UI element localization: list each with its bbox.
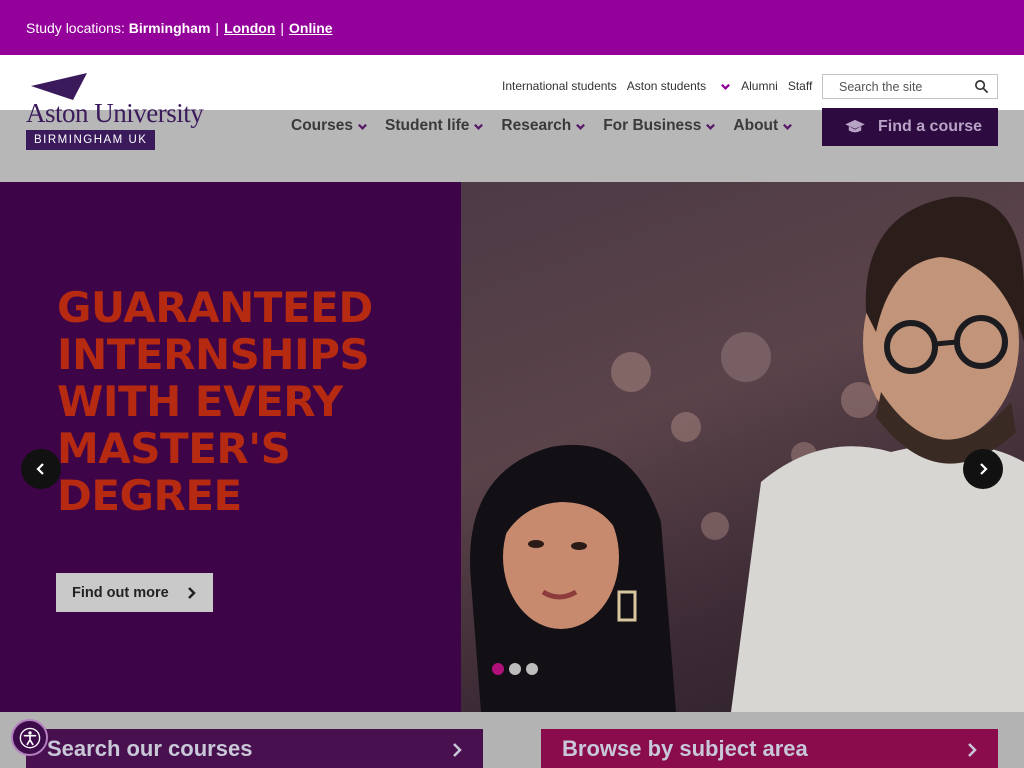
nav-research[interactable]: Research: [501, 117, 586, 135]
chevron-down-icon: [576, 123, 586, 130]
nav-student-life-label: Student life: [385, 117, 470, 134]
utility-link-aston-students[interactable]: Aston students: [627, 79, 731, 93]
utility-link-aston-students-label: Aston students: [626, 79, 707, 93]
nav-research-label: Research: [501, 117, 572, 134]
chevron-down-icon: [721, 83, 731, 90]
logo-triangle-icon: [31, 73, 87, 100]
utility-link-international[interactable]: International students: [502, 79, 617, 93]
hero-image: [461, 182, 1024, 712]
chevron-down-icon: [358, 123, 368, 130]
chevron-right-icon: [980, 463, 988, 475]
carousel-prev-button[interactable]: [21, 449, 61, 489]
main-nav: Courses Student life Research For Busine…: [291, 117, 810, 135]
nav-courses-label: Courses: [291, 117, 354, 134]
hero-text-panel: GUARANTEED INTERNSHIPS WITH EVERY MASTER…: [0, 182, 461, 712]
carousel-dots: [492, 663, 538, 675]
chevron-down-icon: [706, 123, 716, 130]
chevron-right-icon: [453, 743, 462, 757]
nav-for-business[interactable]: For Business: [603, 117, 716, 135]
carousel-dot-2[interactable]: [509, 663, 521, 675]
logo-wordmark: Aston University: [26, 98, 204, 128]
accessibility-button[interactable]: [11, 719, 48, 756]
search-icon[interactable]: [974, 79, 989, 94]
aston-logo[interactable]: Aston University BIRMINGHAM UK: [26, 73, 216, 153]
find-course-label: Find a course: [878, 118, 983, 135]
utility-link-staff[interactable]: Staff: [788, 79, 812, 93]
find-out-more-label: Find out more: [72, 584, 169, 601]
search-input[interactable]: [839, 79, 969, 94]
carousel-next-button[interactable]: [963, 449, 1003, 489]
logo-location: BIRMINGHAM UK: [26, 130, 156, 150]
nav-about-label: About: [733, 117, 779, 134]
utility-nav: International students Aston students Al…: [502, 79, 822, 93]
nav-student-life[interactable]: Student life: [385, 117, 484, 135]
nav-for-business-label: For Business: [603, 117, 702, 134]
search-courses-label: Search our courses: [47, 735, 253, 761]
student-man-image: [731, 196, 1024, 712]
browse-subject-card[interactable]: Browse by subject area: [541, 729, 998, 768]
graduation-cap-icon: [845, 119, 865, 133]
browse-subject-label: Browse by subject area: [562, 735, 808, 761]
hero-headline: GUARANTEED INTERNSHIPS WITH EVERY MASTER…: [57, 283, 373, 520]
carousel-dot-3[interactable]: [526, 663, 538, 675]
accessibility-icon: [19, 727, 40, 748]
location-london-link[interactable]: London: [224, 20, 275, 36]
study-locations-label: Study locations:: [26, 19, 125, 36]
find-course-button[interactable]: Find a course: [822, 108, 998, 146]
carousel-dot-1[interactable]: [492, 663, 504, 675]
location-online-link[interactable]: Online: [289, 20, 333, 36]
search-courses-card[interactable]: Search our courses: [26, 729, 483, 768]
utility-link-alumni[interactable]: Alumni: [741, 79, 778, 93]
chevron-right-icon: [968, 743, 977, 757]
nav-courses[interactable]: Courses: [291, 117, 368, 135]
nav-about[interactable]: About: [733, 117, 793, 135]
chevron-right-icon: [187, 586, 196, 599]
site-search: [822, 74, 998, 99]
find-out-more-button[interactable]: Find out more: [56, 573, 213, 612]
study-locations-bar: Study locations: Birmingham | London | O…: [0, 0, 1024, 55]
chevron-down-icon: [783, 123, 793, 130]
hero-carousel: GUARANTEED INTERNSHIPS WITH EVERY MASTER…: [0, 182, 1024, 712]
location-birmingham: Birmingham: [128, 19, 211, 36]
chevron-down-icon: [474, 123, 484, 130]
chevron-left-icon: [36, 463, 44, 475]
